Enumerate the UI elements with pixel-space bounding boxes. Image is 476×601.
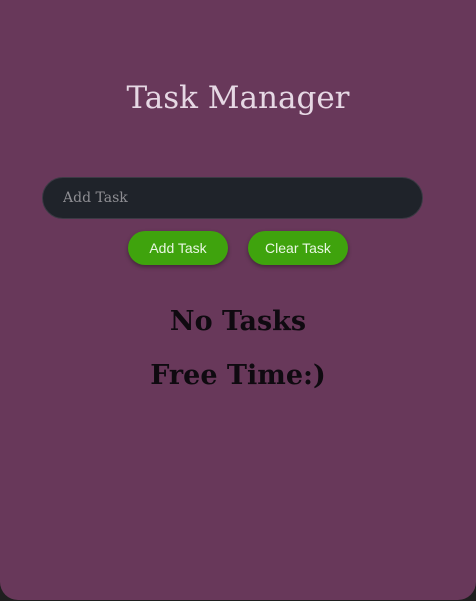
add-task-input[interactable] [42, 177, 423, 219]
empty-state-heading: No Tasks [169, 306, 307, 337]
task-manager-app: Task Manager Add Task Clear Task No Task… [0, 0, 476, 600]
page-title: Task Manager [126, 80, 350, 116]
add-task-button[interactable]: Add Task [128, 231, 228, 265]
empty-state-subheading: Free Time:) [150, 360, 326, 391]
clear-task-button[interactable]: Clear Task [248, 231, 348, 265]
